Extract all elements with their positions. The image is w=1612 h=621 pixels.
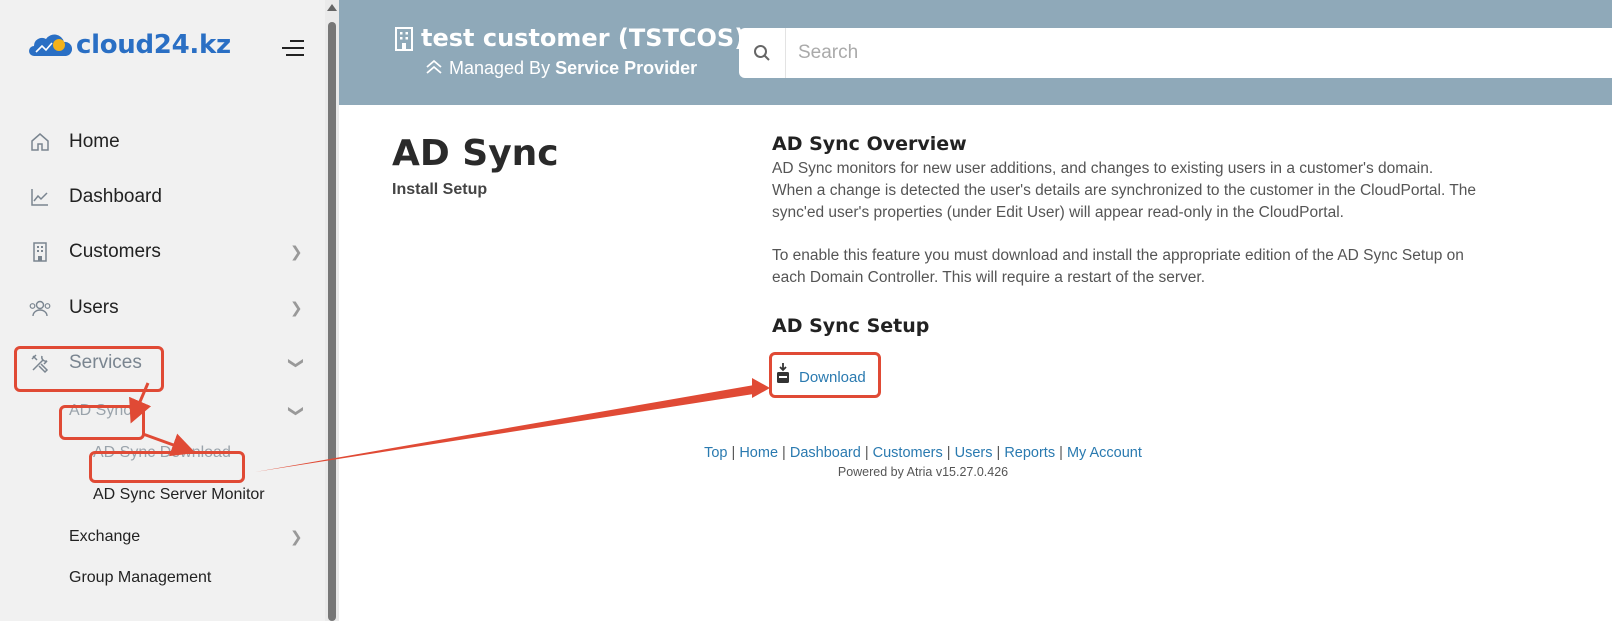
sidebar-subitem-group-management[interactable]: Group Management — [69, 569, 211, 587]
sidebar-item-label: Users — [69, 297, 119, 318]
chevron-right-icon: ❯ — [290, 529, 303, 546]
footer-link-customers[interactable]: Customers — [873, 445, 943, 461]
chart-line-icon — [28, 185, 52, 209]
brand-name: cloud24.kz — [76, 30, 231, 60]
overview-text: AD Sync monitors for new user additions,… — [772, 158, 1532, 224]
footer-link-dashboard[interactable]: Dashboard — [790, 445, 861, 461]
sidebar-item-label: Customers — [69, 241, 161, 262]
footer-separator: | — [996, 445, 1001, 461]
chevron-down-icon: ❯ — [287, 356, 305, 370]
chevron-double-up-icon — [426, 59, 442, 74]
footer-link-top[interactable]: Top — [704, 445, 727, 461]
footer-separator: | — [731, 445, 736, 461]
enable-line: each Domain Controller. This will requir… — [772, 269, 1206, 286]
overview-line: AD Sync monitors for new user additions,… — [772, 160, 1434, 177]
managed-by[interactable]: Managed By Service Provider — [425, 58, 697, 79]
sidebar-item-users[interactable]: Users ❯ — [0, 288, 325, 328]
page-title: AD Sync — [392, 133, 559, 174]
chevron-right-icon: ❯ — [290, 244, 303, 261]
users-icon — [28, 296, 52, 320]
search-box — [739, 28, 1612, 78]
setup-title: AD Sync Setup — [772, 315, 930, 337]
search-input[interactable] — [786, 33, 1486, 73]
sidebar-item-customers[interactable]: Customers ❯ — [0, 232, 325, 272]
home-icon — [28, 130, 52, 154]
sidebar-subitem-ad-sync-server-monitor[interactable]: AD Sync Server Monitor — [93, 486, 265, 504]
scroll-up-arrow-icon[interactable] — [327, 4, 337, 11]
sidebar-item-label: Home — [69, 131, 120, 152]
sidebar: cloud24.kz Home Dashboard Customers ❯ Us… — [0, 0, 325, 621]
highlight-ad-sync — [59, 405, 145, 440]
enable-line: To enable this feature you must download… — [772, 247, 1464, 264]
highlight-services — [14, 346, 164, 392]
footer-separator: | — [946, 445, 951, 461]
customer-title[interactable]: test customer (TSTCOS) — [421, 24, 745, 52]
chevron-right-icon: ❯ — [290, 300, 303, 317]
scrollbar-thumb[interactable] — [328, 22, 336, 621]
highlight-download — [769, 352, 881, 398]
footer-separator: | — [1059, 445, 1063, 461]
sidebar-item-label: Dashboard — [69, 186, 162, 207]
footer-link-reports[interactable]: Reports — [1004, 445, 1055, 461]
cloud-logo-icon — [29, 34, 72, 56]
sidebar-subitem-exchange[interactable]: Exchange — [69, 528, 140, 546]
footer-links: Top | Home | Dashboard | Customers | Use… — [600, 445, 1246, 461]
managed-by-name: Service Provider — [555, 58, 698, 78]
enable-text: To enable this feature you must download… — [772, 245, 1532, 289]
chevron-down-icon: ❯ — [287, 404, 305, 418]
sidebar-scrollbar[interactable] — [325, 0, 339, 621]
highlight-ad-sync-download — [89, 451, 245, 483]
building-icon — [395, 27, 413, 51]
brand-logo[interactable]: cloud24.kz — [28, 30, 231, 60]
sidebar-item-home[interactable]: Home — [0, 122, 325, 162]
building-icon — [28, 240, 52, 264]
overview-line: sync'ed user's properties (under Edit Us… — [772, 204, 1344, 221]
footer-separator: | — [864, 445, 869, 461]
sidebar-item-dashboard[interactable]: Dashboard — [0, 177, 325, 217]
customer-header: test customer (TSTCOS) Managed By Servic… — [339, 0, 1612, 105]
overview-line: When a change is detected the user's det… — [772, 182, 1477, 199]
managed-prefix: Managed By — [449, 58, 551, 78]
menu-toggle-icon[interactable] — [282, 40, 304, 58]
footer-link-home[interactable]: Home — [739, 445, 778, 461]
overview-title: AD Sync Overview — [772, 133, 967, 155]
footer-link-users[interactable]: Users — [955, 445, 993, 461]
search-icon[interactable] — [739, 28, 786, 78]
footer-separator: | — [782, 445, 786, 461]
powered-by: Powered by Atria v15.27.0.426 — [837, 465, 1009, 479]
footer-link-my-account[interactable]: My Account — [1067, 445, 1142, 461]
page-subtitle: Install Setup — [392, 181, 488, 198]
